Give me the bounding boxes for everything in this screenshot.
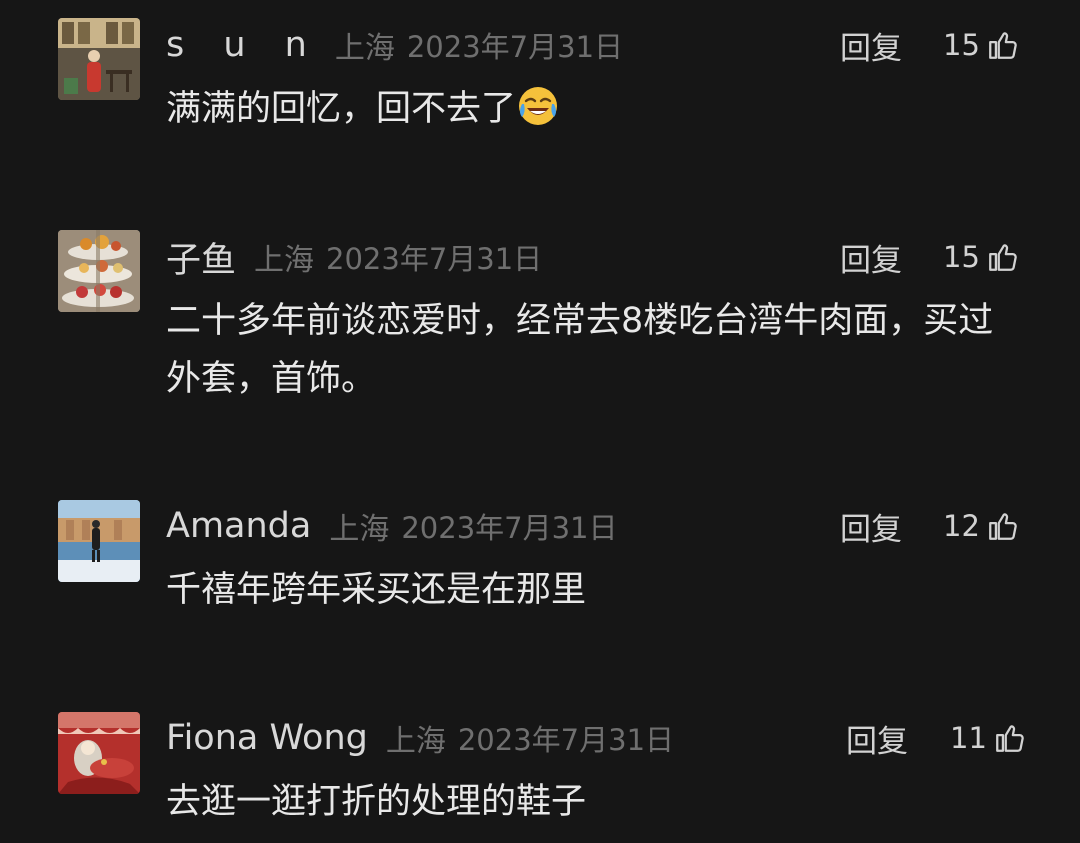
like-count: 15 bbox=[943, 28, 980, 62]
comment-date: 2023年7月31日 bbox=[457, 723, 675, 757]
comment-author-name[interactable]: Amanda bbox=[166, 506, 311, 546]
avatar-image bbox=[58, 18, 140, 100]
reply-button[interactable]: 回复 bbox=[840, 21, 902, 69]
like-count: 11 bbox=[950, 721, 987, 755]
comment-body: 满满的回忆，回不去了 bbox=[166, 89, 517, 129]
avatar-image bbox=[58, 712, 140, 794]
avatar-image bbox=[58, 500, 140, 582]
crying-laughing-emoji-icon bbox=[519, 87, 558, 125]
like-button[interactable]: 11 bbox=[950, 714, 1027, 762]
reply-button[interactable]: 回复 bbox=[840, 233, 902, 281]
like-button[interactable]: 12 bbox=[943, 502, 1020, 550]
like-count: 12 bbox=[943, 509, 980, 543]
like-button[interactable]: 15 bbox=[943, 233, 1020, 281]
comment-text: 千禧年跨年采买还是在那里 bbox=[166, 570, 587, 610]
comment-text: 去逛一逛打折的处理的鞋子 bbox=[166, 782, 587, 822]
like-button[interactable]: 15 bbox=[943, 21, 1020, 69]
comment-date: 2023年7月31日 bbox=[326, 242, 543, 276]
comment-location: 上海 bbox=[334, 31, 395, 66]
comment-author-name[interactable]: 子鱼 bbox=[166, 232, 236, 283]
comment-author-name[interactable]: s u n bbox=[166, 25, 321, 65]
comment-author-name[interactable]: Fiona Wong bbox=[166, 718, 368, 758]
thumbs-up-icon bbox=[996, 725, 1024, 752]
thumbs-up-icon bbox=[989, 32, 1017, 59]
comment-header: 子鱼 上海 2023年7月31日 bbox=[166, 233, 542, 281]
thumbs-up-icon bbox=[989, 244, 1017, 271]
comment-date: 2023年7月31日 bbox=[401, 511, 618, 545]
comment-text: 二十多年前谈恋爱时，经常去8楼吃台湾牛肉面，买过外套，首饰。 bbox=[166, 301, 994, 399]
comment-date: 2023年7月31日 bbox=[406, 30, 624, 64]
avatar[interactable] bbox=[58, 18, 140, 100]
reply-button[interactable]: 回复 bbox=[840, 502, 902, 550]
comment-text: 满满的回忆，回不去了 bbox=[166, 80, 986, 138]
like-count: 15 bbox=[943, 240, 980, 274]
comment-location: 上海 bbox=[385, 724, 446, 759]
avatar[interactable] bbox=[58, 230, 140, 312]
comment-header: Fiona Wong 上海 2023年7月31日 bbox=[166, 714, 674, 762]
comment-location: 上海 bbox=[254, 243, 315, 278]
comment-header: s u n 上海 2023年7月31日 bbox=[166, 21, 623, 69]
avatar[interactable] bbox=[58, 500, 140, 582]
reply-button[interactable]: 回复 bbox=[846, 714, 908, 762]
thumbs-up-icon bbox=[989, 513, 1017, 540]
comment-location: 上海 bbox=[329, 512, 390, 547]
avatar-image bbox=[58, 230, 140, 312]
avatar[interactable] bbox=[58, 712, 140, 794]
comment-header: Amanda 上海 2023年7月31日 bbox=[166, 502, 618, 550]
